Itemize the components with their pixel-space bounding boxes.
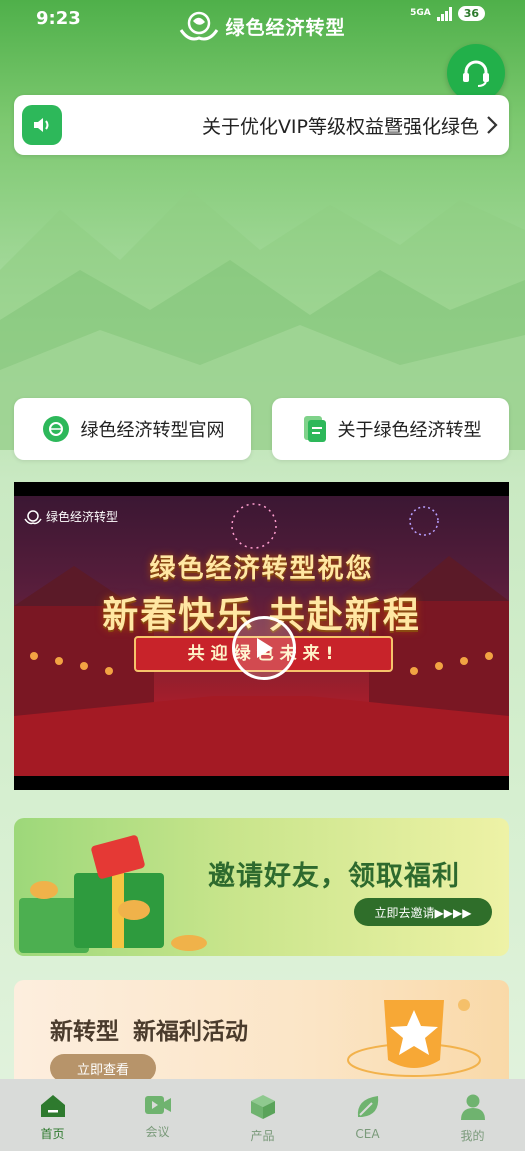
cube-icon — [250, 1095, 275, 1119]
promo-title-part1: 新转型 — [50, 1019, 119, 1045]
video-brand: 绿色经济转型 — [46, 510, 119, 524]
tab-products-label: 产品 — [250, 1129, 275, 1143]
video-player[interactable]: 绿色经济转型 绿色经济转型祝您 新春快乐 共赴新程 共迎绿色未来! — [14, 482, 509, 790]
invite-banner[interactable]: 邀请好友，领取福利 立即去邀请▶▶▶▶ — [14, 818, 509, 956]
view-now-button[interactable]: 立即查看 — [50, 1054, 156, 1082]
brand-logo-icon — [180, 11, 219, 41]
app-header: 绿色经济转型 — [0, 8, 525, 44]
tab-meeting-label: 会议 — [145, 1125, 170, 1139]
brand-logo-icon — [24, 509, 42, 524]
star-badge-icon — [347, 999, 481, 1077]
about-button[interactable]: 关于绿色经济转型 — [272, 398, 509, 460]
person-icon — [460, 1094, 485, 1120]
invite-title: 邀请好友，领取福利 — [208, 861, 460, 892]
home-icon — [40, 1095, 65, 1117]
tab-cea[interactable]: CEA — [315, 1079, 420, 1151]
tab-home[interactable]: 首页 — [0, 1079, 105, 1151]
headset-icon — [463, 60, 489, 87]
tab-meeting[interactable]: 会议 — [105, 1079, 210, 1151]
gift-box-illustration — [19, 835, 207, 953]
promo-title: 新转型 新福利活动 — [50, 1012, 262, 1046]
invite-now-button[interactable]: 立即去邀请▶▶▶▶ — [354, 898, 492, 926]
bottom-tab-bar: 首页 会议 产品 CEA 我的 — [0, 1079, 525, 1151]
chevron-right-icon — [485, 114, 503, 136]
play-button[interactable] — [232, 616, 296, 680]
about-label: 关于绿色经济转型 — [337, 420, 482, 441]
official-site-label: 绿色经济转型官网 — [80, 420, 225, 441]
document-icon — [303, 416, 326, 442]
customer-service-button[interactable] — [447, 44, 505, 102]
promo-title-part2: 新福利活动 — [133, 1019, 248, 1045]
play-icon — [257, 638, 273, 658]
tab-cea-label: CEA — [355, 1127, 380, 1141]
announcement-text: 关于优化VIP等级权益暨强化绿色 — [201, 115, 479, 138]
tab-mine-label: 我的 — [460, 1129, 485, 1143]
leaf-icon — [357, 1096, 378, 1117]
tab-products[interactable]: 产品 — [210, 1079, 315, 1151]
announcement-bar[interactable]: 关于优化VIP等级权益暨强化绿色 — [14, 95, 509, 155]
video-camera-icon — [144, 1096, 171, 1114]
official-site-button[interactable]: 绿色经济转型官网 — [14, 398, 251, 460]
tab-mine[interactable]: 我的 — [420, 1079, 525, 1151]
promo-banner[interactable]: 新转型 新福利活动 立即查看 — [14, 980, 509, 1090]
brand-name: 绿色经济转型 — [225, 16, 346, 39]
leaf-globe-icon — [42, 416, 69, 442]
video-watermark: 绿色经济转型 — [24, 508, 118, 525]
video-title-line1: 绿色经济转型祝您 — [149, 554, 374, 584]
video-frame: 绿色经济转型 绿色经济转型祝您 新春快乐 共赴新程 共迎绿色未来! — [14, 496, 509, 776]
tab-home-label: 首页 — [40, 1127, 65, 1141]
speaker-icon — [22, 105, 62, 145]
